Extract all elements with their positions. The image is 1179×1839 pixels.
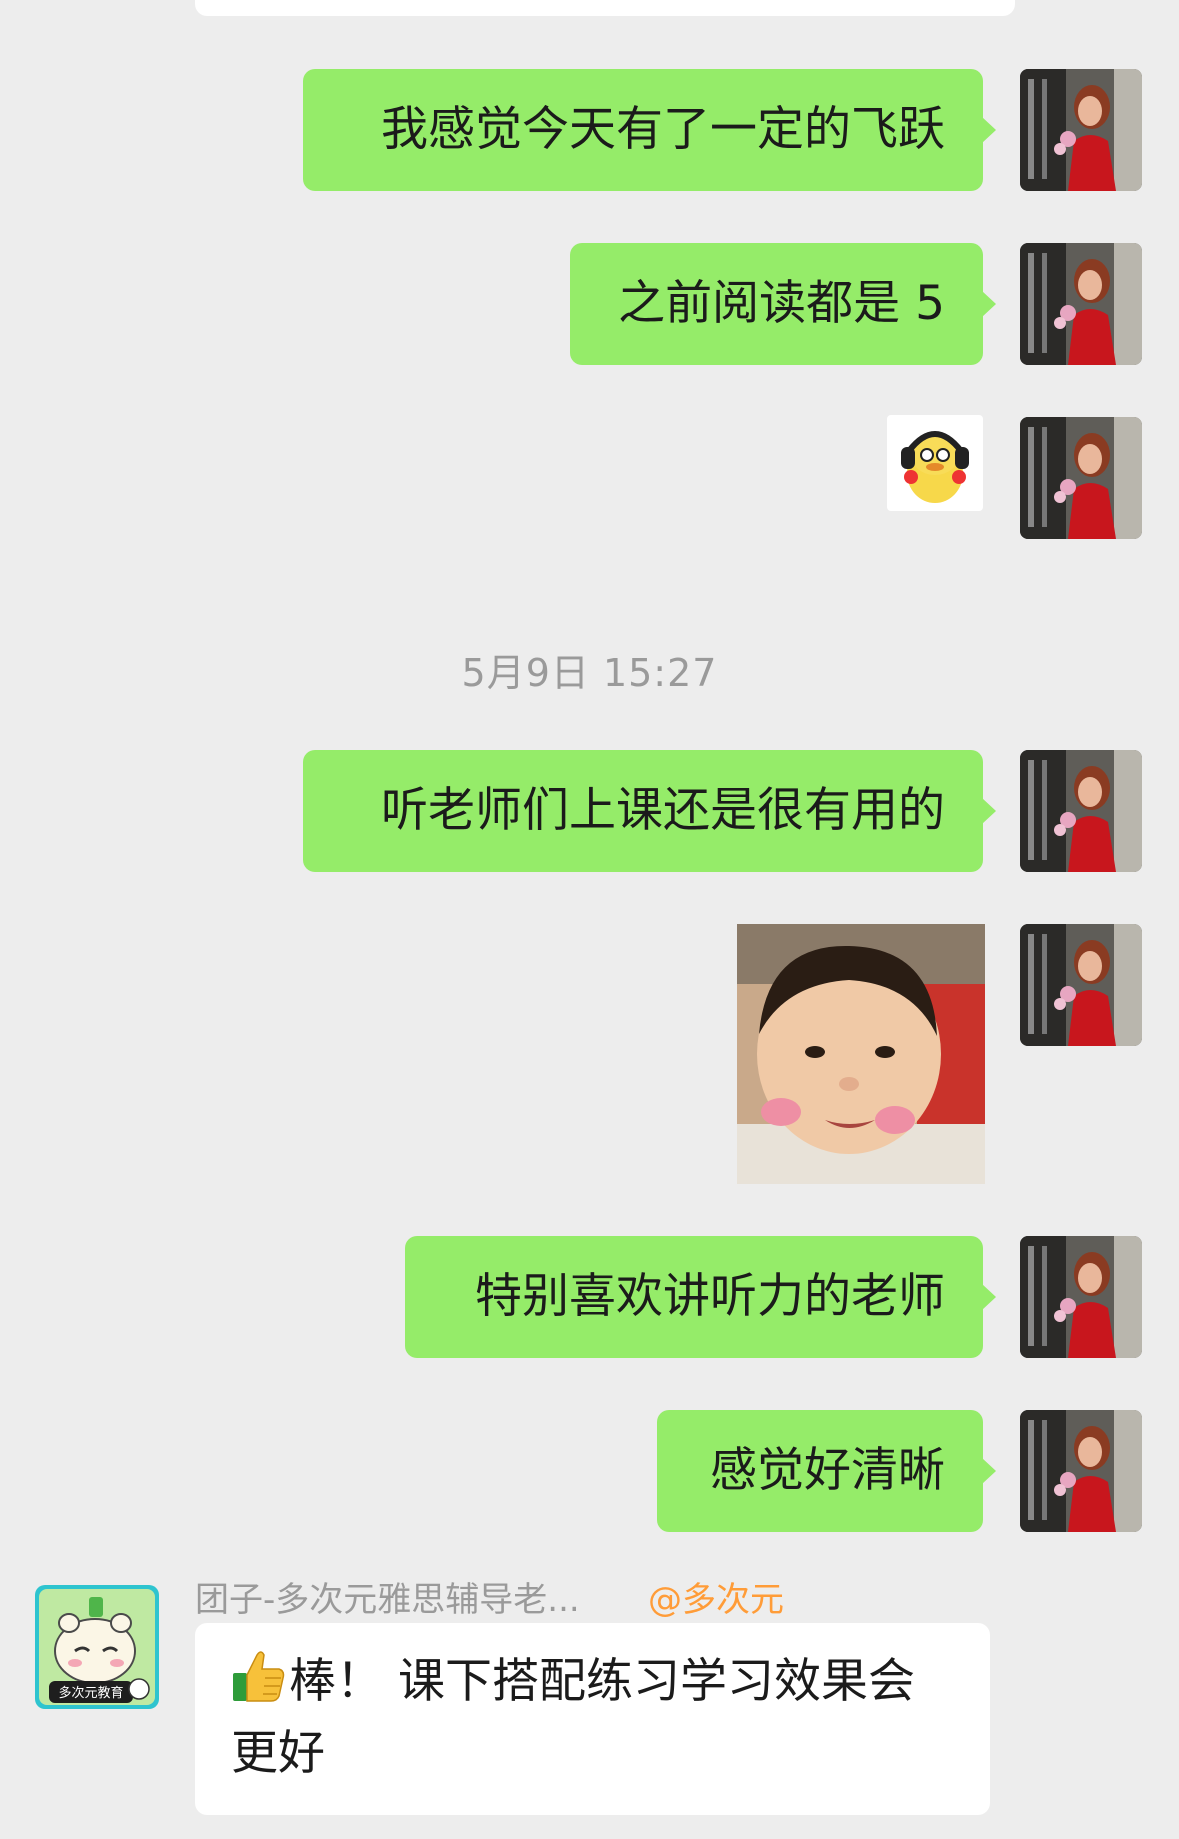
- duck-sticker[interactable]: [887, 415, 983, 511]
- message-timestamp: 5月9日 15:27: [461, 651, 718, 695]
- message-bubble[interactable]: 之前阅读都是 5: [570, 243, 996, 365]
- message-text: 感觉好清晰: [710, 1443, 945, 1498]
- avatar[interactable]: [1020, 1236, 1142, 1358]
- message-bubble[interactable]: 听老师们上课还是很有用的: [303, 750, 996, 872]
- avatar[interactable]: [1020, 69, 1142, 191]
- avatar-logo-text: 多次元教育: [58, 1685, 123, 1701]
- message-text: 我感觉今天有了一定的飞跃: [381, 102, 945, 157]
- previous-message-bubble[interactable]: [195, 0, 1015, 16]
- avatar[interactable]: [1020, 243, 1142, 365]
- message-bubble[interactable]: 我感觉今天有了一定的飞跃: [303, 69, 996, 191]
- sender-tag[interactable]: @多次元: [648, 1572, 784, 1621]
- incoming-message-text: 棒！ 课下搭配练习学习效果会更好: [231, 1654, 915, 1781]
- avatar[interactable]: [1020, 924, 1142, 1046]
- thumbs-up-icon: [231, 1649, 285, 1721]
- avatar[interactable]: [1020, 1410, 1142, 1532]
- incoming-message-bubble[interactable]: 棒！ 课下搭配练习学习效果会更好: [195, 1623, 990, 1815]
- child-face-sticker[interactable]: [737, 924, 985, 1184]
- message-text: 特别喜欢讲听力的老师: [475, 1269, 945, 1324]
- message-text: 听老师们上课还是很有用的: [381, 783, 945, 838]
- sender-name[interactable]: 团子-多次元雅思辅导老...: [195, 1572, 580, 1621]
- sender-avatar[interactable]: 多次元教育: [35, 1585, 159, 1709]
- message-bubble[interactable]: 感觉好清晰: [657, 1410, 996, 1532]
- avatar[interactable]: [1020, 417, 1142, 539]
- message-bubble[interactable]: 特别喜欢讲听力的老师: [405, 1236, 996, 1358]
- avatar[interactable]: [1020, 750, 1142, 872]
- message-text: 之前阅读都是 5: [618, 276, 945, 331]
